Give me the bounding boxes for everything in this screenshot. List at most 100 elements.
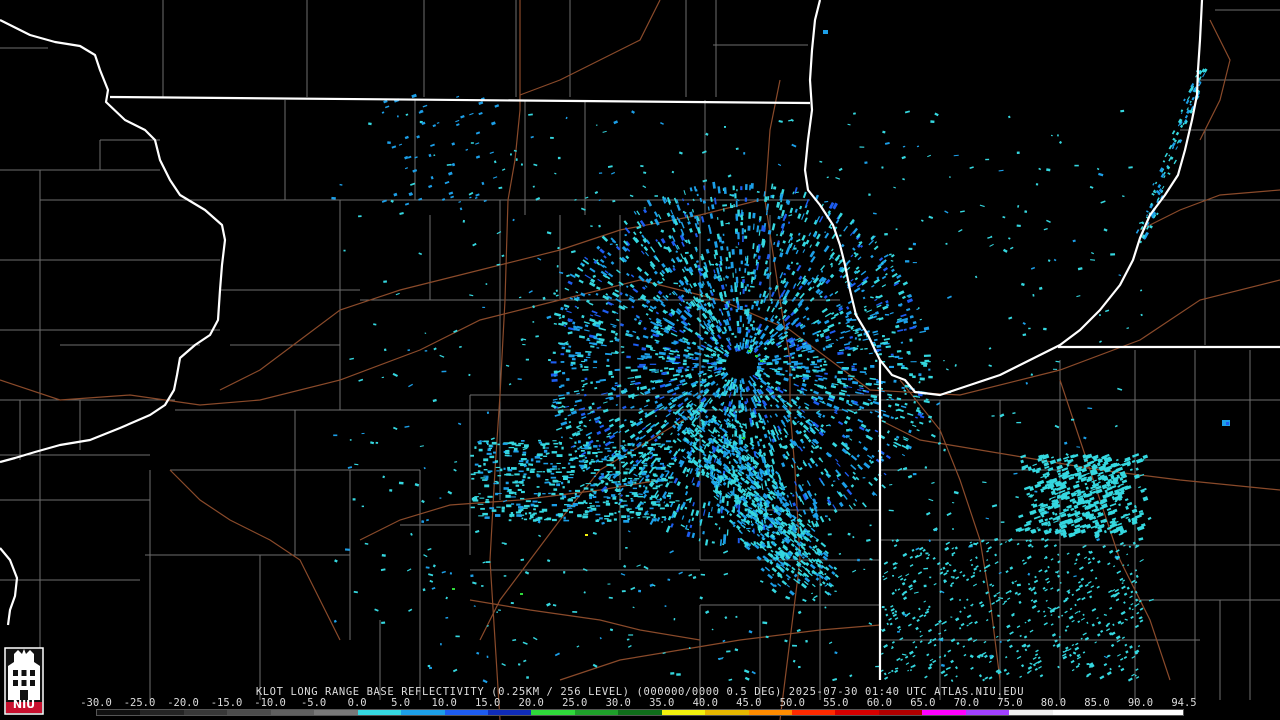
echo-pixel: [575, 489, 581, 493]
echo-pixel: [485, 500, 490, 504]
echo-pixel: [683, 359, 687, 363]
echo-pixel: [737, 538, 740, 544]
echo-pixel: [615, 483, 622, 486]
echo-pixel: [631, 466, 634, 470]
echo-pixel: [919, 377, 925, 381]
echo-pixel: [563, 516, 566, 520]
echo-pixel: [585, 441, 589, 445]
echo-pixel: [607, 450, 612, 452]
echo-pixel: [483, 469, 488, 471]
echo-pixel: [721, 240, 725, 244]
echo-pixel: [1016, 224, 1021, 228]
echo-pixel: [526, 467, 530, 471]
echo-pixel: [518, 442, 524, 445]
echo-pixel: [492, 442, 496, 445]
echo-pixel: [488, 447, 492, 450]
echo-pixel: [636, 513, 641, 516]
echo-pixel: [722, 308, 728, 310]
echo-pixel: [645, 486, 648, 490]
echo-pixel: [562, 486, 565, 489]
echo-pixel: [518, 463, 524, 465]
echo-pixel: [538, 439, 541, 442]
echo-pixel: [627, 451, 632, 455]
echo-pixel: [599, 517, 603, 520]
echo-pixel: [736, 320, 740, 327]
echo-pixel: [930, 120, 935, 123]
echo-pixel: [730, 261, 734, 269]
echo-pixel: [625, 468, 630, 470]
echo-pixel: [519, 505, 524, 508]
echo-pixel: [555, 289, 558, 292]
echo-pixel: [620, 445, 624, 447]
echo-pixel: [556, 462, 561, 464]
echo-pixel: [621, 500, 627, 502]
echo-pixel: [1024, 210, 1028, 214]
echo-pixel: [908, 247, 913, 251]
echo-pixel: [655, 353, 659, 356]
echo-pixel: [596, 440, 599, 442]
echo-pixel: [772, 531, 776, 534]
echo-pixel: [606, 364, 610, 367]
echo-pixel: [556, 265, 559, 268]
echo-pixel: [510, 496, 516, 498]
echo-pixel: [857, 558, 860, 562]
echo-pixel: [525, 358, 529, 361]
echo-pixel: [742, 288, 745, 294]
echo-pixel: [553, 370, 558, 374]
echo-pixel: [859, 371, 867, 374]
echo-pixel: [486, 655, 489, 658]
echo-pixel: [589, 496, 592, 500]
echo-pixel: [727, 266, 731, 269]
echo-pixel: [632, 487, 637, 490]
echo-pixel: [732, 486, 735, 494]
echo-pixel: [735, 268, 737, 274]
echo-pixel: [487, 470, 493, 473]
echo-pixel: [493, 482, 498, 485]
echo-pixel: [556, 454, 563, 457]
echo-pixel: [909, 373, 913, 377]
echo-pixel: [550, 463, 553, 465]
echo-pixel: [606, 459, 611, 462]
echo-pixel: [881, 606, 885, 609]
echo-pixel: [652, 503, 659, 506]
echo-pixel: [862, 477, 866, 479]
echo-pixel: [439, 497, 442, 499]
echo-pixel: [349, 439, 352, 441]
echo-pixel: [625, 546, 628, 549]
echo-pixel: [740, 346, 744, 350]
echo-pixel: [629, 420, 634, 424]
echo-pixel: [869, 524, 872, 527]
echo-pixel: [774, 360, 779, 364]
echo-pixel: [747, 271, 750, 276]
echo-pixel: [853, 363, 857, 365]
echo-pixel: [923, 354, 931, 357]
echo-pixel: [507, 466, 510, 470]
echo-pixel: [900, 341, 904, 344]
echo-pixel: [800, 365, 806, 369]
echo-pixel: [536, 486, 540, 488]
echo-pixel: [381, 621, 386, 624]
echo-pixel: [810, 363, 818, 366]
echo-pixel: [739, 249, 743, 255]
echo-pixel: [617, 481, 620, 483]
echo-pixel: [515, 484, 520, 487]
echo-pixel: [642, 516, 648, 518]
echo-pixel: [746, 284, 749, 287]
echo-pixel: [627, 518, 630, 520]
echo-pixel: [794, 416, 797, 419]
echo-pixel: [789, 365, 794, 368]
echo-pixel: [912, 242, 916, 246]
echo-pixel: [634, 481, 637, 484]
echo-pixel: [440, 643, 442, 646]
echo-pixel: [595, 124, 598, 126]
echo-pixel: [582, 264, 585, 267]
echo-pixel: [1016, 583, 1021, 587]
echo-pixel: [510, 441, 515, 443]
echo-pixel: [638, 507, 643, 511]
echo-pixel: [664, 504, 670, 507]
echo-pixel: [928, 361, 931, 363]
echo-pixel: [732, 298, 735, 302]
echo-pixel: [623, 520, 630, 523]
echo-pixel: [886, 398, 889, 401]
echo-pixel: [732, 434, 734, 437]
